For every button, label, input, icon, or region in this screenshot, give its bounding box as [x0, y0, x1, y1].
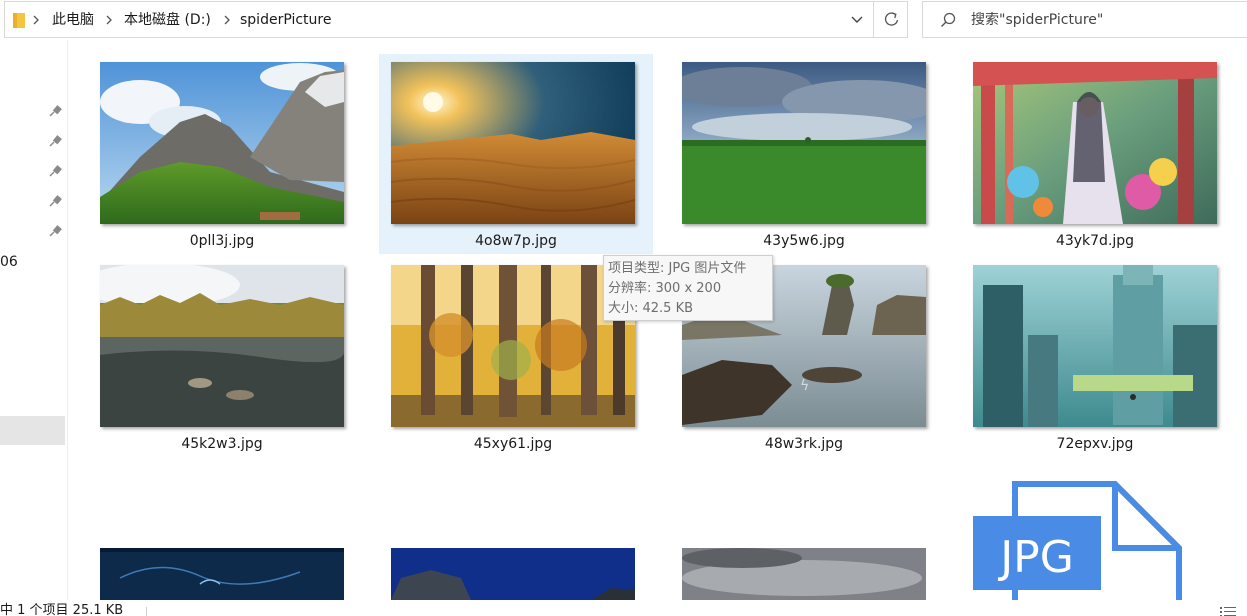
file-explorer-window: 此电脑 本地磁盘 (D:) spiderPicture 搜索"spiderPic…: [0, 0, 1247, 616]
search-input[interactable]: [971, 10, 1241, 30]
nav-item-partial-label[interactable]: 06: [0, 253, 18, 271]
image-thumbnail: [100, 265, 344, 427]
chevron-down-icon: [851, 16, 863, 23]
chevron-right-icon[interactable]: [104, 12, 114, 28]
file-name: 43yk7d.jpg: [1055, 233, 1135, 249]
chevron-right-icon[interactable]: [31, 12, 41, 28]
status-text: 中 1 个项目 25.1 KB: [0, 603, 124, 616]
image-thumbnail: [973, 265, 1217, 427]
image-thumbnail: [100, 62, 344, 224]
breadcrumb-this-pc[interactable]: 此电脑: [52, 11, 94, 29]
night-mountain-thumbnail[interactable]: [391, 548, 635, 600]
pin-icon[interactable]: [48, 164, 62, 178]
pin-icon[interactable]: [48, 104, 62, 118]
dark-blue-thumbnail[interactable]: [100, 548, 344, 600]
file-tile-selected[interactable]: 4o8w7p.jpg: [379, 54, 653, 254]
file-tile[interactable]: 45k2w3.jpg: [90, 257, 364, 457]
status-bar: 中 1 个项目 25.1 KB: [0, 600, 1247, 616]
refresh-button[interactable]: [875, 2, 908, 37]
jpg-icon-label: JPG: [997, 532, 1074, 583]
file-name: 0pll3j.jpg: [189, 233, 255, 249]
file-tile[interactable]: 0pll3j.jpg: [90, 54, 364, 254]
file-name: 43y5w6.jpg: [763, 233, 845, 249]
cloudy-sky-thumbnail[interactable]: [682, 548, 926, 600]
file-name: 48w3rk.jpg: [764, 436, 844, 452]
image-thumbnail: [682, 62, 926, 224]
file-tile[interactable]: 43yk7d.jpg: [963, 54, 1237, 254]
image-thumbnail: [973, 62, 1217, 224]
breadcrumb-local-disk[interactable]: 本地磁盘 (D:): [124, 11, 211, 29]
details-view-icon[interactable]: [1220, 606, 1236, 616]
pin-icon[interactable]: [48, 194, 62, 208]
address-divider: [873, 2, 874, 37]
tooltip-dimensions: 分辨率: 300 x 200: [608, 281, 722, 296]
search-icon: [941, 12, 956, 27]
refresh-icon: [884, 12, 899, 26]
nav-item-selected[interactable]: [0, 416, 65, 445]
jpg-file-icon[interactable]: JPG: [973, 478, 1183, 600]
breadcrumb-spiderpicture[interactable]: spiderPicture: [240, 11, 331, 29]
svg-text:ϟ: ϟ: [800, 378, 809, 394]
file-info-tooltip: 项目类型: JPG 图片文件 分辨率: 300 x 200 大小: 42.5 K…: [603, 255, 773, 321]
image-thumbnail: [391, 265, 635, 427]
file-name: 45k2w3.jpg: [181, 436, 263, 452]
search-box[interactable]: [922, 1, 1247, 38]
image-thumbnail: [391, 62, 635, 224]
file-name: 45xy61.jpg: [473, 436, 553, 452]
tooltip-type: 项目类型: JPG 图片文件: [608, 261, 747, 276]
file-tile[interactable]: 72epxv.jpg: [963, 257, 1237, 457]
file-tile[interactable]: 43y5w6.jpg: [672, 54, 946, 254]
tooltip-size: 大小: 42.5 KB: [608, 301, 694, 316]
address-bar[interactable]: 此电脑 本地磁盘 (D:) spiderPicture: [4, 1, 908, 38]
file-name: 4o8w7p.jpg: [475, 233, 557, 249]
folder-icon: [13, 13, 25, 28]
pin-icon[interactable]: [48, 134, 62, 148]
pin-icon[interactable]: [48, 224, 62, 238]
file-name: 72epxv.jpg: [1056, 436, 1134, 452]
address-history-dropdown[interactable]: [840, 2, 874, 37]
status-divider: [146, 607, 147, 616]
navigation-pane[interactable]: 06: [0, 40, 68, 600]
chevron-right-icon[interactable]: [222, 12, 232, 28]
